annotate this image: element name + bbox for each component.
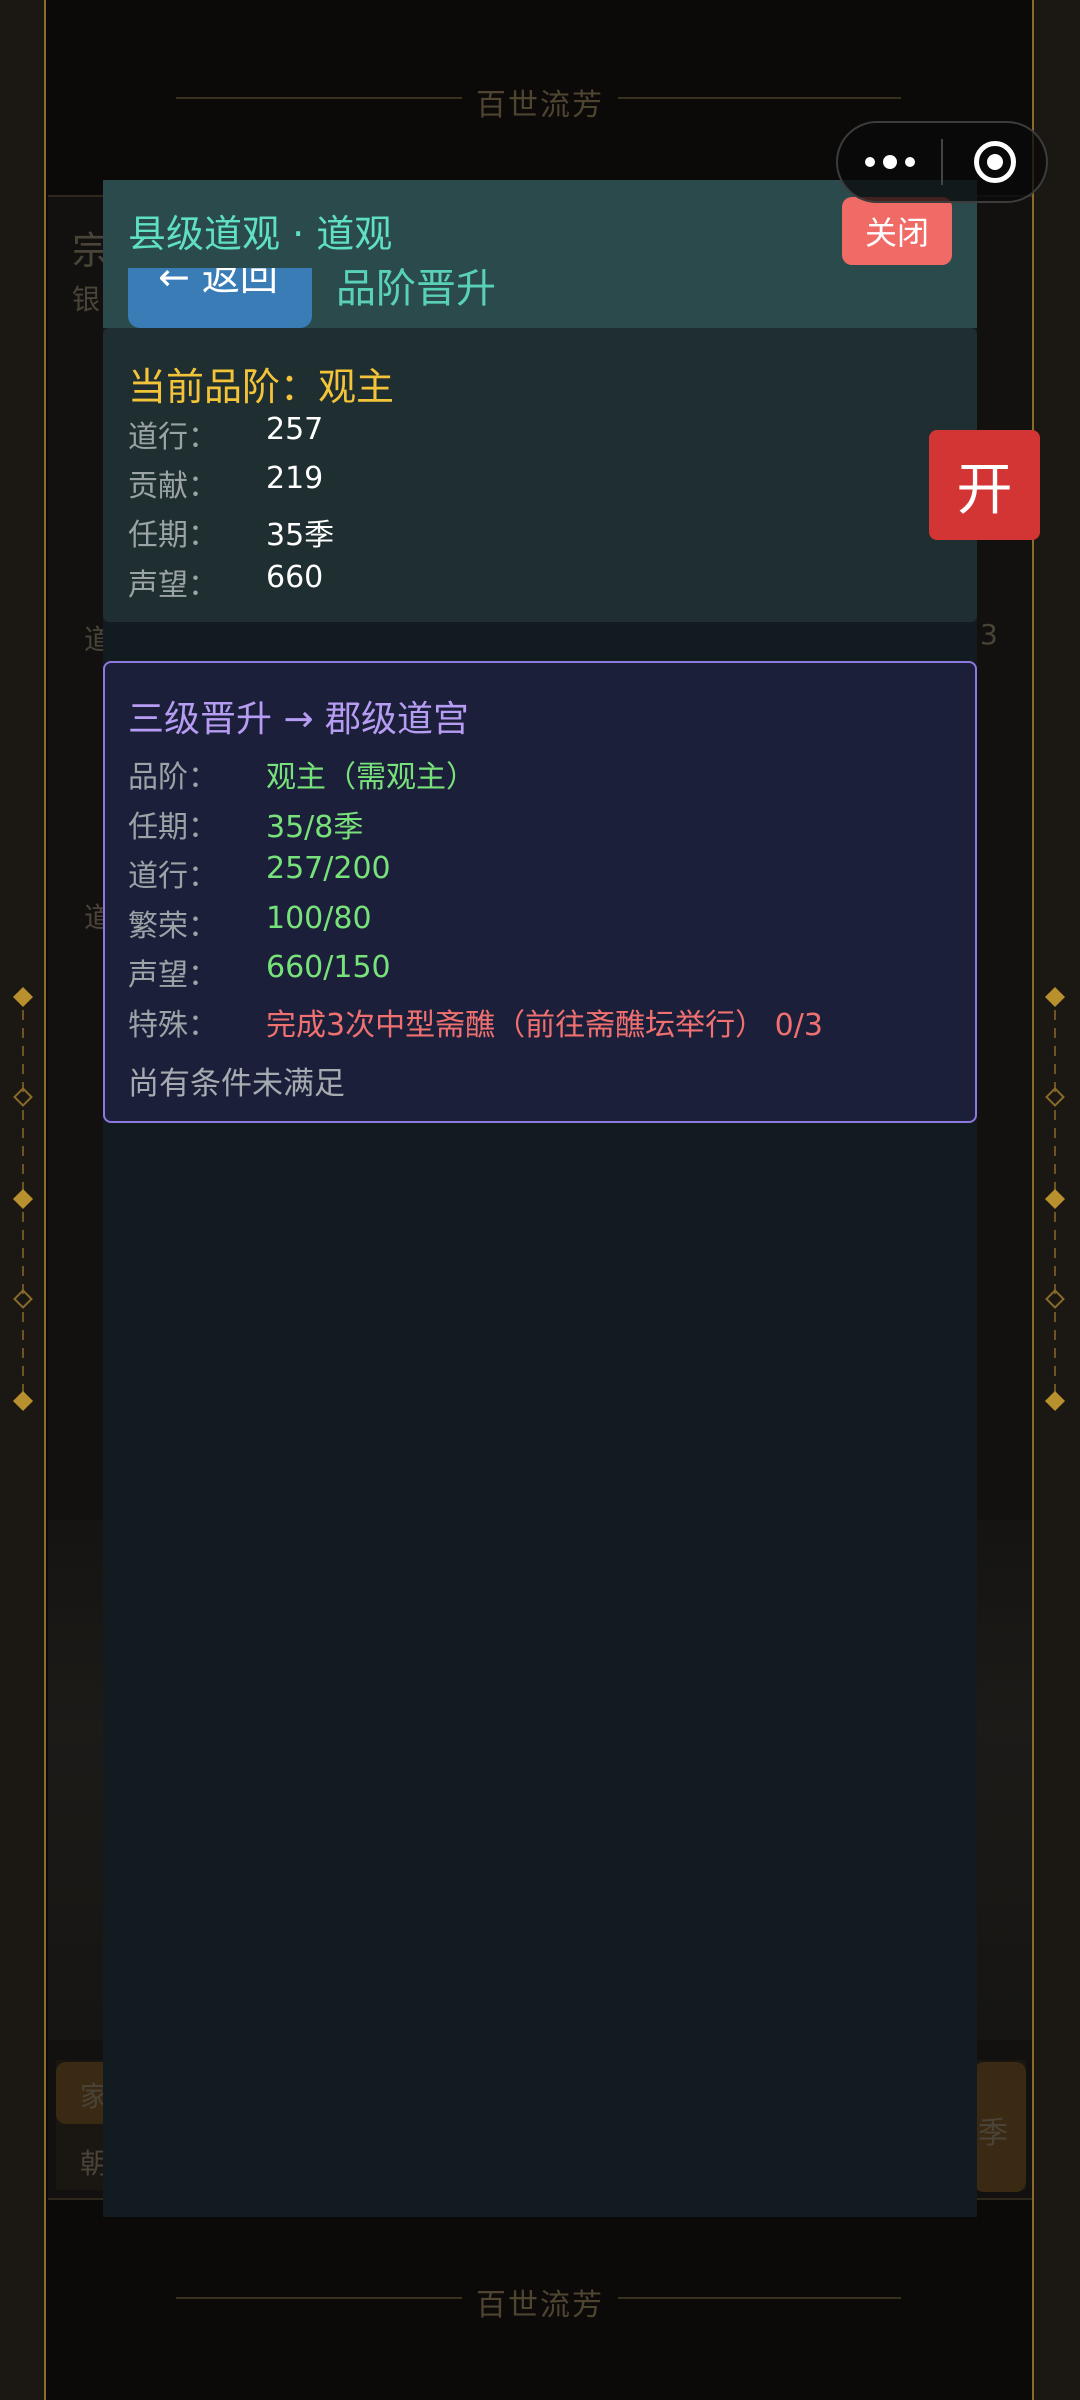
ornament-line xyxy=(1054,1212,1056,1294)
target-circle-icon[interactable] xyxy=(943,123,1046,201)
bottom-banner-title: 百世流芳 xyxy=(462,2288,618,2323)
requirement-label: 繁荣： xyxy=(128,909,218,944)
promotion-title: 三级晋升 → 郡级道宫 xyxy=(128,699,470,740)
back-button[interactable]: ← 返回 xyxy=(128,268,312,328)
miniprogram-capsule xyxy=(836,121,1048,203)
stat-label: 任期： xyxy=(128,518,218,553)
stat-value: 660 xyxy=(266,560,324,595)
requirement-value: 观主（需观主） xyxy=(266,760,476,795)
ornament-line xyxy=(22,1312,24,1394)
background-peek-text: 季 xyxy=(978,2116,1008,2151)
ornament-line xyxy=(22,1212,24,1294)
stat-label: 声望： xyxy=(128,568,218,603)
ornament-line xyxy=(22,1010,24,1092)
requirement-value: 660/150 xyxy=(266,950,391,985)
requirement-label: 声望： xyxy=(128,958,218,993)
close-button[interactable]: 关闭 xyxy=(842,197,952,265)
current-rank-title: 当前品阶：观主 xyxy=(128,365,395,409)
stat-value: 35季 xyxy=(266,518,335,553)
requirement-value: 257/200 xyxy=(266,851,391,886)
requirement-label: 特殊： xyxy=(128,1008,218,1043)
stat-label: 道行： xyxy=(128,420,218,455)
ornament-line xyxy=(22,1110,24,1192)
background-peek-text: 3 xyxy=(980,618,998,651)
stat-value: 257 xyxy=(266,412,324,447)
ornament-line xyxy=(1054,1312,1056,1394)
requirement-value: 完成3次中型斋醮（前往斋醮坛举行） 0/3 xyxy=(266,1008,823,1043)
stat-label: 贡献： xyxy=(128,469,218,504)
ornament-line xyxy=(1054,1010,1056,1092)
top-banner-title: 百世流芳 xyxy=(462,88,618,123)
more-dots-icon[interactable] xyxy=(838,123,941,201)
top-banner: 百世流芳 xyxy=(0,80,1080,124)
background-peek-text: 银 xyxy=(72,283,101,316)
requirement-value: 35/8季 xyxy=(266,810,364,845)
requirement-status-note: 尚有条件未满足 xyxy=(128,1066,345,1102)
requirement-label: 道行： xyxy=(128,859,218,894)
stat-value: 219 xyxy=(266,461,324,496)
open-float-button[interactable]: 开 xyxy=(929,430,1040,540)
requirement-label: 品阶： xyxy=(128,760,218,795)
requirement-value: 100/80 xyxy=(266,901,372,936)
requirement-label: 任期： xyxy=(128,810,218,845)
bottom-banner: 百世流芳 xyxy=(0,2280,1080,2324)
modal-title: 县级道观 · 道观 xyxy=(128,212,393,256)
ornament-line xyxy=(1054,1110,1056,1192)
